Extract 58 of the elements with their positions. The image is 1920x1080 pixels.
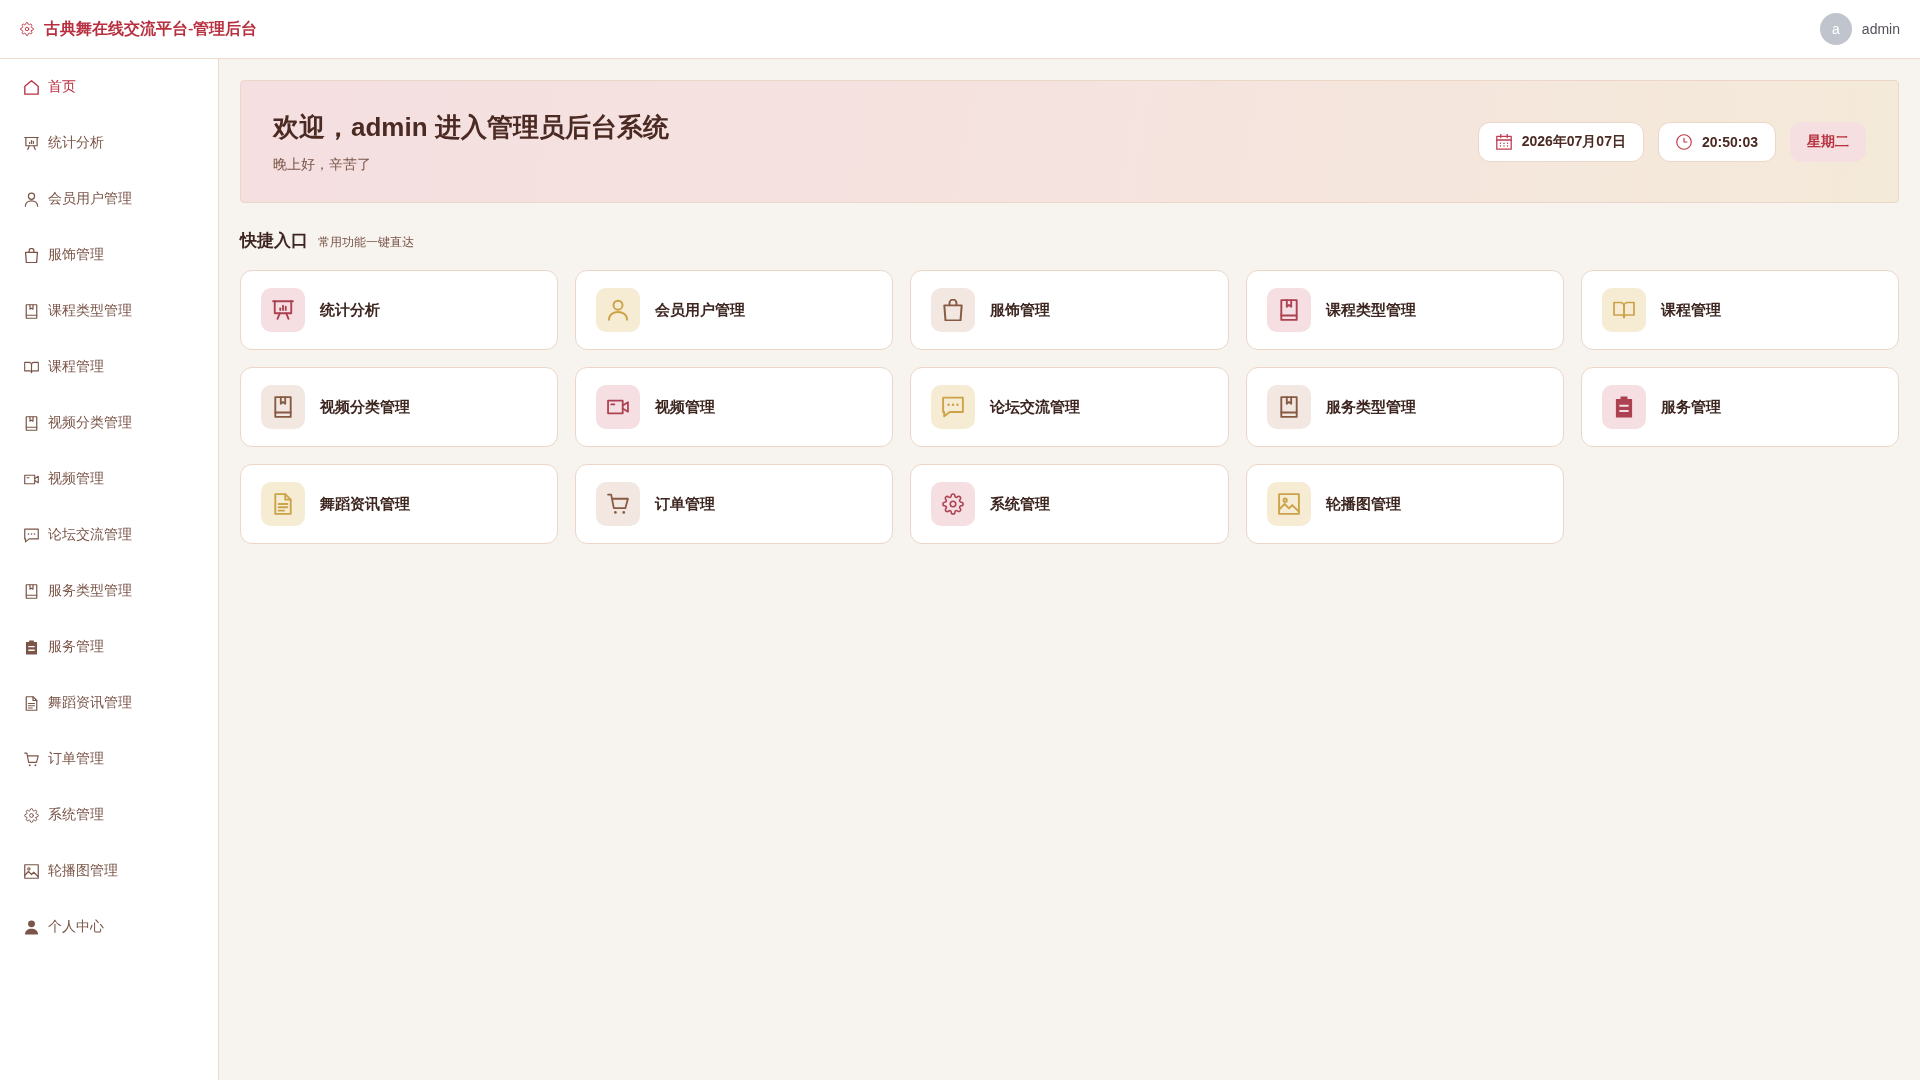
cart-icon [24,751,39,767]
sidebar-item[interactable]: 系统管理 [24,805,104,825]
quick-entry-card[interactable]: 订单管理 [575,464,894,544]
clipboard-icon [24,639,39,655]
quick-entry-card[interactable]: 课程管理 [1580,270,1899,350]
bookmark-book-icon [24,303,39,319]
image-icon [24,863,39,879]
quick-entry-card[interactable]: 舞蹈资讯管理 [240,464,559,544]
quick-entry-card[interactable]: 服务管理 [1580,367,1899,447]
quick-entry-card[interactable]: 会员用户管理 [575,270,894,350]
bookmark-book-icon [24,583,39,599]
shopping-bag-icon [24,247,39,263]
sidebar-item[interactable]: 视频分类管理 [24,413,132,433]
clock-icon [1675,133,1692,150]
quick-entry-card[interactable]: 系统管理 [910,464,1229,544]
sidebar-item[interactable]: 订单管理 [24,749,104,769]
quick-entry-card[interactable]: 视频管理 [575,367,894,447]
calendar-icon [1495,133,1512,150]
bookmark-book-icon [24,415,39,431]
sidebar-item[interactable]: 舞蹈资讯管理 [24,693,132,713]
welcome-title: 欢迎，admin 进入管理员后台系统 [273,110,669,144]
quick-entry-card[interactable]: 课程类型管理 [1245,270,1564,350]
section-title: 快捷入口 [240,230,308,252]
sidebar-item[interactable]: 会员用户管理 [24,189,132,209]
welcome-subtitle: 晚上好，辛苦了 [273,155,372,174]
quick-entry-card[interactable]: 视频分类管理 [240,367,559,447]
chat-bubble-icon [24,527,39,543]
settings-icon [24,807,39,823]
user-icon [24,191,39,207]
user-name[interactable]: admin [1861,21,1900,37]
quick-entry-card[interactable]: 轮播图管理 [1245,464,1564,544]
weekday-label: 星期二 [1790,121,1866,162]
sidebar-item[interactable]: 视频管理 [24,469,104,489]
document-icon [24,695,39,711]
sidebar-item[interactable]: 课程管理 [24,357,104,377]
quick-entry-card[interactable]: 服饰管理 [910,270,1229,350]
user-avatar: a [1819,13,1852,45]
sidebar-item[interactable]: 首页 [24,77,76,97]
home-icon [24,79,39,95]
sidebar-item[interactable]: 课程类型管理 [24,301,132,321]
sidebar-item[interactable]: 统计分析 [24,133,104,153]
settings-icon [20,22,34,36]
open-book-icon [24,359,39,375]
time-text: 20:50:03 [1701,133,1758,150]
quick-entry-card[interactable]: 服务类型管理 [1245,367,1564,447]
quick-entry-card[interactable]: 论坛交流管理 [910,367,1229,447]
quick-entry-card[interactable]: 统计分析 [240,270,559,350]
chart-board-icon [24,135,39,151]
sidebar-item[interactable]: 论坛交流管理 [24,525,132,545]
app-title: 古典舞在线交流平台-管理后台 [44,18,258,39]
section-subtitle: 常用功能一键直达 [318,234,414,251]
person-icon [24,919,39,935]
sidebar-item[interactable]: 服饰管理 [24,245,104,265]
sidebar-item[interactable]: 轮播图管理 [24,861,118,881]
sidebar-item[interactable]: 个人中心 [24,917,104,937]
sidebar-item[interactable]: 服务类型管理 [24,581,132,601]
date-text: 2026年07月07日 [1521,132,1626,151]
sidebar-item[interactable]: 服务管理 [24,637,104,657]
